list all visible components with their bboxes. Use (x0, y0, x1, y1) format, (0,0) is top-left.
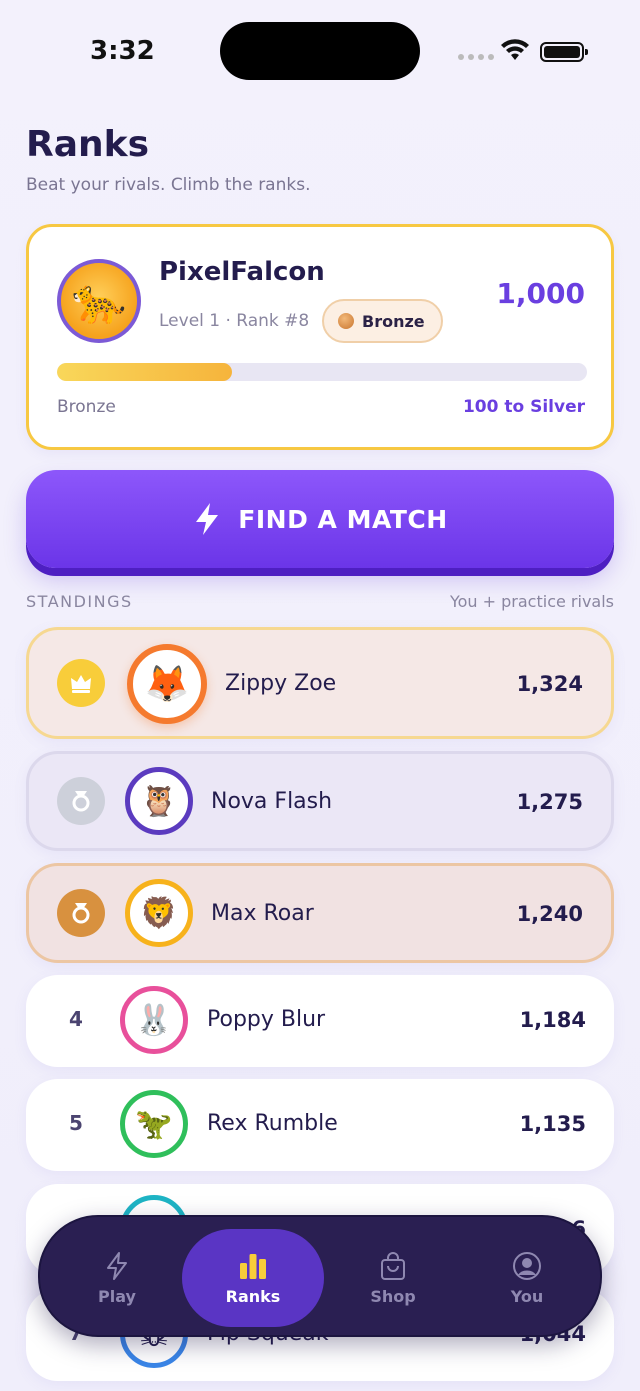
silver-medal-icon (57, 777, 105, 825)
lightning-icon (107, 1251, 127, 1280)
bronze-medal-icon (57, 889, 105, 937)
standings-row[interactable]: 5 🦖 Rex Rumble 1,135 (26, 1079, 614, 1171)
tab-shop[interactable]: Shop (322, 1229, 464, 1327)
player-score: 1,324 (516, 672, 583, 696)
rank-progress-fill (57, 363, 232, 381)
crown-medal-icon (57, 659, 105, 707)
page-title: Ranks (26, 124, 150, 165)
profile-name: PixelFalcon (159, 257, 325, 287)
profile-points: 1,000 (496, 277, 585, 310)
tier-badge: Bronze (322, 299, 443, 343)
tier-label: Bronze (362, 311, 425, 331)
standings-row[interactable]: 🦊 Zippy Zoe 1,324 (26, 627, 614, 739)
standings-row[interactable]: 4 🐰 Poppy Blur 1,184 (26, 975, 614, 1067)
standings-row[interactable]: 🦉 Nova Flash 1,275 (26, 751, 614, 851)
standings-row[interactable]: 🦁 Max Roar 1,240 (26, 863, 614, 963)
battery-icon (540, 42, 588, 62)
status-bar: 3:32 (0, 0, 640, 100)
avatar: 🐰 (120, 986, 188, 1054)
player-name: Rex Rumble (207, 1111, 338, 1136)
player-score: 1,135 (519, 1112, 586, 1136)
signal-icon (458, 54, 494, 60)
tab-you[interactable]: You (456, 1229, 598, 1327)
player-name: Max Roar (211, 901, 314, 926)
standings-heading: STANDINGS (26, 592, 133, 611)
tab-label: Ranks (225, 1286, 281, 1306)
wifi-icon (501, 39, 529, 60)
bronze-dot-icon (338, 313, 354, 329)
tab-play[interactable]: Play (46, 1229, 188, 1327)
avatar: 🦉 (125, 767, 193, 835)
avatar: 🦁 (125, 879, 193, 947)
dynamic-island (220, 22, 420, 80)
find-match-button[interactable]: FIND A MATCH (26, 470, 614, 568)
status-time: 3:32 (90, 36, 155, 66)
player-name: Zippy Zoe (225, 671, 337, 696)
rank-number: 4 (69, 1007, 83, 1031)
progress-current-tier: Bronze (57, 397, 116, 417)
tab-label: Play (98, 1286, 136, 1306)
user-icon (513, 1251, 541, 1280)
avatar: 🐆 (57, 259, 141, 343)
rank-number: 5 (69, 1111, 83, 1135)
player-name: Nova Flash (211, 789, 333, 814)
tab-ranks[interactable]: Ranks (182, 1229, 324, 1327)
profile-card[interactable]: 🐆 PixelFalcon Level 1 · Rank #8 Bronze 1… (26, 224, 614, 450)
shopping-bag-icon (381, 1251, 405, 1280)
tab-bar: Play Ranks Shop You (38, 1215, 602, 1337)
player-score: 1,184 (519, 1008, 586, 1032)
player-score: 1,275 (516, 790, 583, 814)
tab-label: Shop (370, 1286, 416, 1306)
player-score: 1,240 (516, 902, 583, 926)
profile-level: Level 1 · Rank #8 (159, 311, 310, 331)
tab-label: You (510, 1286, 544, 1306)
avatar: 🦖 (120, 1090, 188, 1158)
avatar: 🦊 (127, 644, 207, 724)
lightning-icon (196, 503, 219, 535)
page-subtitle: Beat your rivals. Climb the ranks. (26, 175, 311, 195)
find-match-label: FIND A MATCH (238, 504, 448, 534)
player-name: Poppy Blur (207, 1007, 326, 1032)
standings-note: You + practice rivals (449, 592, 614, 611)
bar-chart-icon (240, 1253, 266, 1279)
progress-next-tier: 100 to Silver (462, 397, 585, 417)
rank-progress-bar (57, 363, 587, 381)
